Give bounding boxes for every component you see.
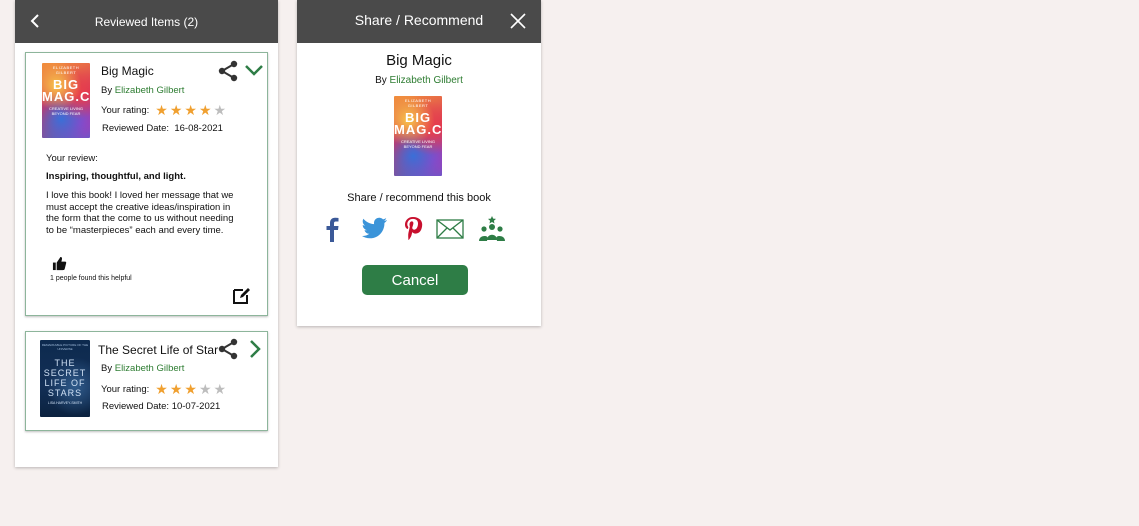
- review-heading: Inspiring, thoughtful, and light.: [46, 171, 186, 182]
- cover-tagline: REMARKABLE PICTURE OF THE UNIVERSE: [41, 343, 89, 351]
- facebook-icon[interactable]: [317, 214, 347, 244]
- thumbs-up-icon[interactable]: [52, 256, 67, 271]
- star-empty-icon: ★: [198, 381, 212, 397]
- star-filled-icon: ★: [198, 102, 212, 118]
- star-filled-icon: ★: [155, 381, 168, 397]
- author-link[interactable]: Elizabeth Gilbert: [115, 363, 185, 374]
- book-title[interactable]: The Secret Life of Star: [98, 343, 218, 357]
- cover-author: ELIZABETH GILBERT: [404, 98, 432, 108]
- edit-icon[interactable]: [232, 285, 252, 305]
- share-title: Share / Recommend: [354, 11, 484, 28]
- star-filled-icon: ★: [169, 381, 183, 397]
- rating-label: Your rating:: [101, 383, 150, 395]
- author-link[interactable]: Elizabeth Gilbert: [390, 75, 463, 86]
- cancel-button[interactable]: Cancel: [362, 265, 468, 295]
- review-text: I love this book! I loved her message th…: [46, 190, 234, 236]
- email-icon[interactable]: [435, 214, 465, 244]
- share-header: Share / Recommend: [297, 0, 541, 43]
- reviewed-items-header: Reviewed Items (2): [15, 0, 278, 43]
- review-card-secret-life-of-stars: REMARKABLE PICTURE OF THE UNIVERSE THE SE…: [25, 331, 268, 431]
- star-filled-icon: ★: [155, 102, 168, 118]
- cover-subtitle: CREATIVE LIVING BEYOND FEAR: [401, 139, 435, 149]
- share-icon[interactable]: [217, 60, 239, 82]
- star-filled-icon: ★: [184, 381, 197, 397]
- twitter-icon[interactable]: [359, 214, 389, 244]
- star-filled-icon: ★: [169, 102, 183, 118]
- review-label: Your review:: [46, 153, 98, 164]
- reviewed-items-panel: Reviewed Items (2) ELIZABETH GILBERT BIG…: [15, 0, 278, 467]
- book-author-line: By Elizabeth Gilbert: [101, 363, 185, 374]
- rating-row: Your rating: ★ ★ ★ ★ ★: [101, 103, 228, 117]
- close-icon[interactable]: [509, 12, 529, 32]
- cover-author: LISA HARVEY-SMITH: [47, 401, 83, 405]
- chevron-right-icon[interactable]: [247, 339, 263, 359]
- pinterest-icon[interactable]: [398, 214, 428, 244]
- author-link[interactable]: Elizabeth Gilbert: [115, 85, 185, 96]
- cover-author: ELIZABETH GILBERT: [52, 65, 80, 75]
- chevron-down-icon[interactable]: [244, 62, 264, 78]
- book-author-line: By Elizabeth Gilbert: [101, 85, 185, 96]
- book-cover: REMARKABLE PICTURE OF THE UNIVERSE THE SE…: [40, 340, 90, 417]
- page-title: Reviewed Items (2): [94, 14, 199, 29]
- cover-title: THE SECRET LIFE OF STARS: [43, 358, 87, 398]
- rating-label: Your rating:: [101, 104, 150, 116]
- share-icon[interactable]: [217, 338, 239, 360]
- rating-row: Your rating: ★ ★ ★ ★ ★: [101, 382, 228, 396]
- helpful-count: 1 people found this helpful: [50, 275, 132, 282]
- book-cover: ELIZABETH GILBERT BIG MAG.C CREATIVE LIVI…: [394, 96, 442, 176]
- reviewed-date: Reviewed Date: 10-07-2021: [102, 401, 221, 412]
- share-prompt: Share / recommend this book: [347, 192, 491, 204]
- share-book-author-line: By Elizabeth Gilbert: [375, 75, 463, 86]
- review-card-big-magic: ELIZABETH GILBERT BIG MAG.C CREATIVE LIVI…: [25, 52, 268, 316]
- star-empty-icon: ★: [213, 102, 227, 118]
- star-filled-icon: ★: [184, 102, 197, 118]
- community-icon[interactable]: [477, 214, 507, 244]
- reviewed-date: Reviewed Date: 16-08-2021: [102, 123, 223, 134]
- back-icon[interactable]: [25, 11, 45, 31]
- book-title[interactable]: Big Magic: [101, 64, 154, 78]
- star-rating: ★ ★ ★ ★ ★: [155, 382, 228, 396]
- star-rating: ★ ★ ★ ★ ★: [155, 103, 228, 117]
- cover-subtitle: CREATIVE LIVING BEYOND FEAR: [49, 106, 83, 116]
- share-recommend-panel: Share / Recommend Big Magic By Elizabeth…: [297, 0, 541, 326]
- share-book-title: Big Magic: [386, 52, 452, 69]
- cover-title: BIG MAG.C: [42, 77, 90, 104]
- star-empty-icon: ★: [213, 381, 227, 397]
- cover-title: BIG MAG.C: [394, 110, 442, 137]
- book-cover: ELIZABETH GILBERT BIG MAG.C CREATIVE LIVI…: [42, 63, 90, 138]
